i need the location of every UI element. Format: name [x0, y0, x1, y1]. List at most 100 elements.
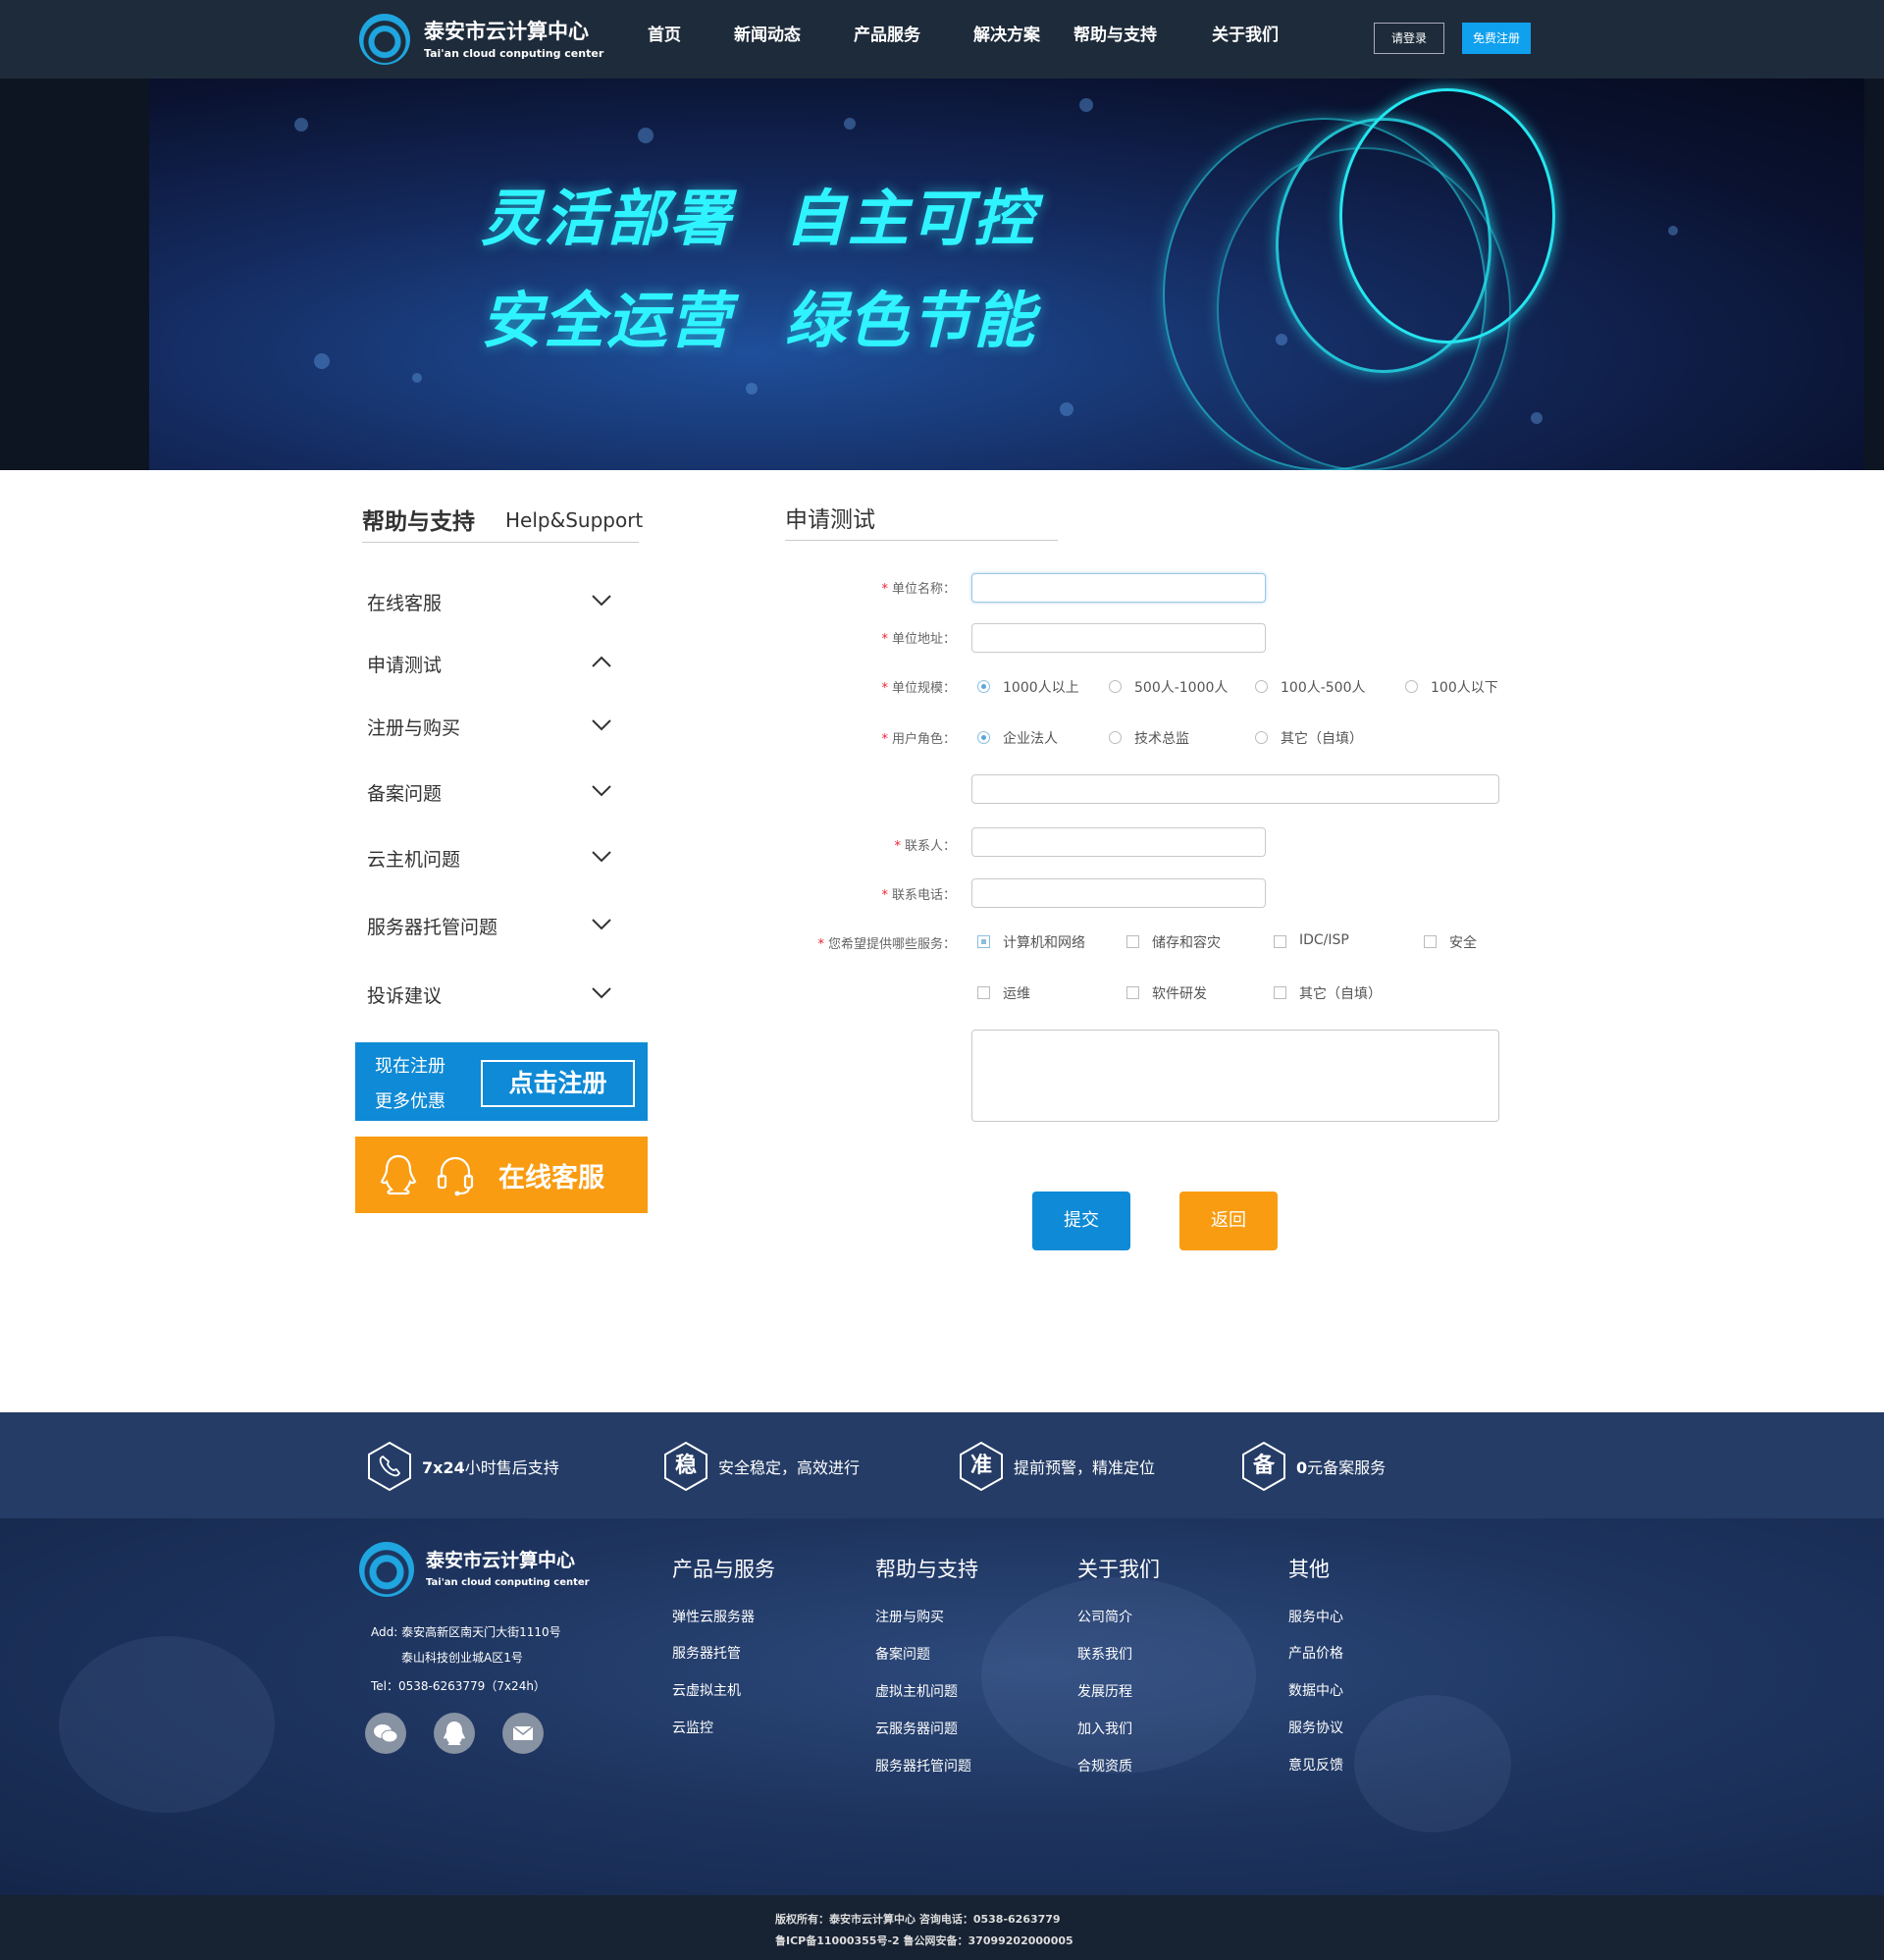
- sidebar-item-label: 申请测试: [367, 655, 443, 676]
- sidebar-title: 帮助与支持: [362, 509, 475, 535]
- org-size-label: * 单位规模：: [881, 681, 956, 696]
- feature-text: 0元备案服务: [1296, 1458, 1387, 1477]
- footer-link[interactable]: 服务器托管: [672, 1643, 741, 1663]
- slogan-secure-operation: 安全运营: [481, 285, 733, 356]
- qq-icon: [380, 1154, 417, 1195]
- footer-link[interactable]: 发展历程: [1077, 1681, 1132, 1701]
- contact-input[interactable]: [971, 827, 1266, 857]
- chevron-down-icon: [592, 785, 611, 797]
- banner-left-edge: [0, 79, 149, 470]
- nav-products[interactable]: 产品服务: [854, 0, 920, 79]
- footer-link[interactable]: 云监控: [672, 1718, 713, 1737]
- checkbox[interactable]: [1274, 935, 1286, 948]
- nav-solutions[interactable]: 解决方案: [973, 0, 1040, 79]
- radio-button[interactable]: [1405, 680, 1418, 693]
- footer-link[interactable]: 意见反馈: [1288, 1755, 1343, 1775]
- slogan-green-energy: 绿色节能: [785, 285, 1037, 356]
- service-other-textarea[interactable]: [971, 1030, 1499, 1122]
- qq-icon[interactable]: [434, 1713, 475, 1754]
- footer-link[interactable]: 公司简介: [1077, 1607, 1132, 1626]
- footer-link[interactable]: 加入我们: [1077, 1719, 1132, 1738]
- chevron-down-icon: [592, 595, 611, 607]
- footer-link[interactable]: 弹性云服务器: [672, 1607, 755, 1626]
- radio-button[interactable]: [1255, 731, 1268, 744]
- phone-input[interactable]: [971, 878, 1266, 908]
- footer-link[interactable]: 云虚拟主机: [672, 1680, 741, 1700]
- radio-button[interactable]: [1109, 680, 1122, 693]
- nav-help[interactable]: 帮助与支持: [1073, 0, 1157, 79]
- sidebar-item-register-purchase[interactable]: 注册与购买: [367, 706, 632, 745]
- checkbox[interactable]: [977, 935, 990, 948]
- radio-button[interactable]: [1255, 680, 1268, 693]
- banner-right-edge: [1864, 79, 1884, 470]
- sidebar-item-server-hosting[interactable]: 服务器托管问题: [367, 905, 632, 944]
- footer-link[interactable]: 合规资质: [1077, 1756, 1132, 1775]
- footer-link[interactable]: 备案问题: [875, 1644, 930, 1664]
- copyright-line-1: 版权所有：泰安市云计算中心 咨询电话：0538-6263779: [775, 1913, 1061, 1926]
- feature-text: 7x24小时售后支持: [422, 1458, 559, 1477]
- sidebar-item-apply-test[interactable]: 申请测试: [367, 643, 632, 682]
- checkbox[interactable]: [1424, 935, 1437, 948]
- site-header: 泰安市云计算中心 Tai'an cloud conputing center 首…: [0, 0, 1884, 79]
- submit-button[interactable]: 提交: [1032, 1192, 1130, 1250]
- register-promo-banner[interactable]: 现在注册 更多优惠 点击注册: [355, 1042, 648, 1121]
- sidebar-item-cloud-host[interactable]: 云主机问题: [367, 837, 632, 876]
- radio-button[interactable]: [1109, 731, 1122, 744]
- record-icon-glyph: 备: [1252, 1454, 1275, 1478]
- footer-link[interactable]: 联系我们: [1077, 1644, 1132, 1664]
- footer-link[interactable]: 虚拟主机问题: [875, 1681, 958, 1701]
- cloud-logo-icon: [359, 14, 410, 65]
- footer-link[interactable]: 服务器托管问题: [875, 1756, 971, 1775]
- online-service-label: 在线客服: [498, 1163, 604, 1193]
- nav-news[interactable]: 新闻动态: [734, 0, 801, 79]
- footer-link[interactable]: 服务中心: [1288, 1607, 1343, 1626]
- sidebar-item-complaints[interactable]: 投诉建议: [367, 974, 632, 1013]
- footer-tel: Tel：0538-6263779（7x24h）: [371, 1679, 546, 1693]
- footer-link[interactable]: 产品价格: [1288, 1643, 1343, 1663]
- role-other-input[interactable]: [971, 774, 1499, 804]
- sidebar-item-label: 注册与购买: [367, 717, 461, 739]
- promo-line1: 现在注册: [375, 1056, 445, 1077]
- nav-home[interactable]: 首页: [648, 0, 681, 79]
- copyright-line-2: 鲁ICP备11000355号-2 鲁公网安备：37099202000005: [775, 1934, 1073, 1947]
- mail-icon[interactable]: [502, 1713, 544, 1754]
- footer-link[interactable]: 云服务器问题: [875, 1719, 958, 1738]
- checkbox[interactable]: [977, 986, 990, 999]
- contact-label: * 联系人：: [894, 839, 956, 854]
- checkbox[interactable]: [1274, 986, 1286, 999]
- stable-icon-glyph: 稳: [674, 1454, 697, 1478]
- footer-link[interactable]: 服务协议: [1288, 1718, 1343, 1737]
- wechat-icon[interactable]: [365, 1713, 406, 1754]
- org-name-label: * 单位名称：: [881, 582, 956, 597]
- chevron-down-icon: [592, 719, 611, 731]
- headset-icon: [437, 1156, 474, 1196]
- online-service-banner[interactable]: 在线客服: [355, 1137, 648, 1213]
- tech-ring-front: [1339, 88, 1555, 344]
- click-register-button[interactable]: 点击注册: [481, 1060, 635, 1107]
- org-name-input[interactable]: [971, 573, 1266, 603]
- checkbox[interactable]: [1126, 935, 1139, 948]
- form-title: 申请测试: [785, 507, 875, 533]
- radio-button[interactable]: [977, 731, 990, 744]
- logo-subtitle: Tai'an cloud conputing center: [424, 47, 604, 60]
- bg-blob: [1354, 1695, 1511, 1832]
- back-button[interactable]: 返回: [1179, 1192, 1278, 1250]
- footer-link[interactable]: 注册与购买: [875, 1607, 944, 1626]
- nav-about[interactable]: 关于我们: [1212, 0, 1279, 79]
- footer-col-title: 其他: [1288, 1558, 1330, 1581]
- org-address-input[interactable]: [971, 623, 1266, 653]
- site-logo[interactable]: 泰安市云计算中心 Tai'an cloud conputing center: [359, 10, 614, 69]
- footer-link[interactable]: 数据中心: [1288, 1680, 1343, 1700]
- radio-button[interactable]: [977, 680, 990, 693]
- sidebar-item-online-service[interactable]: 在线客服: [367, 581, 632, 620]
- register-button[interactable]: 免费注册: [1462, 23, 1531, 54]
- network-dot: [844, 118, 856, 130]
- checkbox[interactable]: [1126, 986, 1139, 999]
- sidebar-item-filing[interactable]: 备案问题: [367, 771, 632, 811]
- login-button[interactable]: 请登录: [1374, 23, 1444, 54]
- phone-label: * 联系电话：: [881, 888, 956, 903]
- chevron-down-icon: [592, 987, 611, 999]
- network-dot: [294, 118, 308, 132]
- phone-icon: [368, 1442, 411, 1491]
- footer-logo-title: 泰安市云计算中心: [426, 1550, 576, 1571]
